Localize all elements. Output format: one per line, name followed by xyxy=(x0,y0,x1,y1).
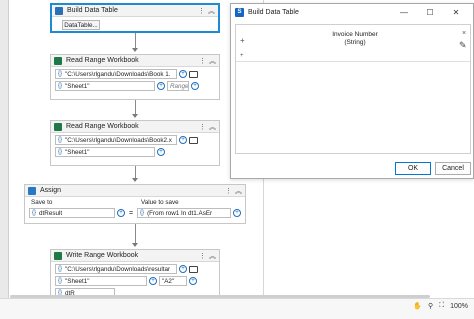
sheet-name-field[interactable]: {} "Sheet1" xyxy=(55,276,147,286)
edit-column-icon[interactable]: ✎ xyxy=(459,40,467,51)
value-to-save-label: Value to save xyxy=(141,199,179,206)
close-icon[interactable]: ✕ xyxy=(443,8,469,17)
range-field[interactable]: Range xyxy=(167,81,189,91)
connector-arrow xyxy=(132,243,138,247)
ok-button[interactable]: OK xyxy=(395,162,431,175)
value-to-save-field[interactable]: {} (From row1 In dt1.AsEr xyxy=(137,208,231,218)
column-header-invoice-number[interactable]: Invoice Number (String) xyxy=(320,31,390,47)
activity-title: Read Range Workbook xyxy=(66,57,139,64)
add-row-icon[interactable]: + xyxy=(240,53,244,59)
add-icon[interactable]: + xyxy=(179,70,187,78)
more-options-icon[interactable]: ⋮ xyxy=(198,7,205,15)
data-table-grid[interactable]: + Invoice Number (String) × ✎ + xyxy=(235,24,471,154)
activity-header: Build Data Table ⋮ ︽ xyxy=(52,5,218,17)
workbook-path-field[interactable]: {} "C:\Users\rlgandu\Downloads\resultar xyxy=(55,264,177,274)
dialog-titlebar: S Build Data Table — ☐ ✕ xyxy=(231,4,473,20)
expression-icon: {} xyxy=(58,266,63,272)
add-icon[interactable]: + xyxy=(189,277,197,285)
collapse-icon[interactable]: ︽ xyxy=(209,122,216,132)
more-options-icon[interactable]: ⋮ xyxy=(199,57,206,65)
expression-icon: {} xyxy=(58,83,63,89)
left-rail xyxy=(0,0,9,298)
expression-icon: {} xyxy=(140,210,145,216)
equals-sign: = xyxy=(128,209,134,217)
connector-line xyxy=(135,224,136,244)
add-icon[interactable]: + xyxy=(149,277,157,285)
add-icon[interactable]: + xyxy=(179,265,187,273)
expression-icon: {} xyxy=(32,210,37,216)
minimize-icon[interactable]: — xyxy=(391,8,417,17)
activity-title: Build Data Table xyxy=(67,7,118,14)
add-icon[interactable]: + xyxy=(116,209,125,217)
expression-icon: {} xyxy=(58,137,63,143)
more-options-icon[interactable]: ⋮ xyxy=(225,187,232,195)
collapse-icon[interactable]: ︽ xyxy=(208,6,215,16)
cancel-button[interactable]: Cancel xyxy=(435,162,471,175)
assign-activity[interactable]: Assign ⋮ ︽ Save to Value to save {} dtRe… xyxy=(24,184,246,224)
collapse-icon[interactable]: ︽ xyxy=(235,186,242,196)
activity-title: Read Range Workbook xyxy=(66,123,139,130)
connector-line xyxy=(135,33,136,49)
excel-icon xyxy=(54,122,62,131)
collapse-icon[interactable]: ︽ xyxy=(209,56,216,66)
expression-icon: {} xyxy=(58,278,63,284)
collapse-icon[interactable]: ︽ xyxy=(209,251,216,261)
build-data-table-dialog: S Build Data Table — ☐ ✕ + Invoice Numbe… xyxy=(230,3,474,179)
save-to-label: Save to xyxy=(31,199,53,206)
add-icon[interactable]: + xyxy=(157,148,165,156)
expression-icon: {} xyxy=(58,71,63,77)
expression-icon: {} xyxy=(58,149,63,155)
start-cell-field[interactable]: "A2" xyxy=(159,276,187,286)
more-options-icon[interactable]: ⋮ xyxy=(199,123,206,131)
activity-title: Write Range Workbook xyxy=(66,252,139,259)
folder-icon[interactable] xyxy=(189,265,198,273)
save-to-field[interactable]: {} dtResult xyxy=(29,208,115,218)
read-range-workbook-activity-2[interactable]: Read Range Workbook ⋮ ︽ {} "C:\Users\rlg… xyxy=(50,120,220,166)
column-type: (String) xyxy=(344,39,366,46)
connector-arrow xyxy=(132,48,138,52)
search-icon[interactable]: ⚲ xyxy=(428,302,433,310)
excel-icon xyxy=(54,56,62,65)
app-logo-icon: S xyxy=(235,7,244,17)
datatable-button[interactable]: DataTable... xyxy=(62,20,100,30)
folder-icon[interactable] xyxy=(189,70,198,78)
status-bar: ✋ ⚲ ⛶ 100% xyxy=(0,298,474,319)
activity-title: Assign xyxy=(40,187,62,194)
data-table-icon xyxy=(55,6,63,15)
add-icon[interactable]: + xyxy=(233,209,241,217)
add-icon[interactable]: + xyxy=(179,136,187,144)
more-options-icon[interactable]: ⋮ xyxy=(199,252,206,260)
zoom-level[interactable]: 100% xyxy=(450,303,468,310)
folder-icon[interactable] xyxy=(189,136,198,144)
add-icon[interactable]: + xyxy=(157,82,165,90)
hand-tool-icon[interactable]: ✋ xyxy=(413,302,422,310)
sheet-name-field[interactable]: {} "Sheet1" xyxy=(55,147,155,157)
grid-divider xyxy=(236,61,470,62)
fit-to-screen-icon[interactable]: ⛶ xyxy=(439,302,444,310)
sheet-name-field[interactable]: {} "Sheet1" xyxy=(55,81,155,91)
build-data-table-activity[interactable]: Build Data Table ⋮ ︽ DataTable... xyxy=(50,3,220,33)
connector-arrow xyxy=(132,178,138,182)
workbook-path-field[interactable]: {} "C:\Users\rlgandu\Downloads\Book 1. xyxy=(55,69,177,79)
workbook-path-field[interactable]: {} "C:\Users\rlgandu\Downloads\Book2.x xyxy=(55,135,177,145)
read-range-workbook-activity-1[interactable]: Read Range Workbook ⋮ ︽ {} "C:\Users\rlg… xyxy=(50,54,220,100)
column-name: Invoice Number xyxy=(332,31,378,38)
add-column-icon[interactable]: + xyxy=(240,36,245,45)
connector-line xyxy=(135,100,136,115)
add-icon[interactable]: + xyxy=(191,82,199,90)
assign-icon xyxy=(28,186,36,195)
remove-column-icon[interactable]: × xyxy=(462,30,466,37)
write-range-workbook-activity[interactable]: Write Range Workbook ⋮ ︽ {} "C:\Users\rl… xyxy=(50,249,220,298)
maximize-icon[interactable]: ☐ xyxy=(417,8,443,17)
excel-icon xyxy=(54,251,62,260)
dialog-title: Build Data Table xyxy=(248,8,299,16)
connector-arrow xyxy=(132,114,138,118)
